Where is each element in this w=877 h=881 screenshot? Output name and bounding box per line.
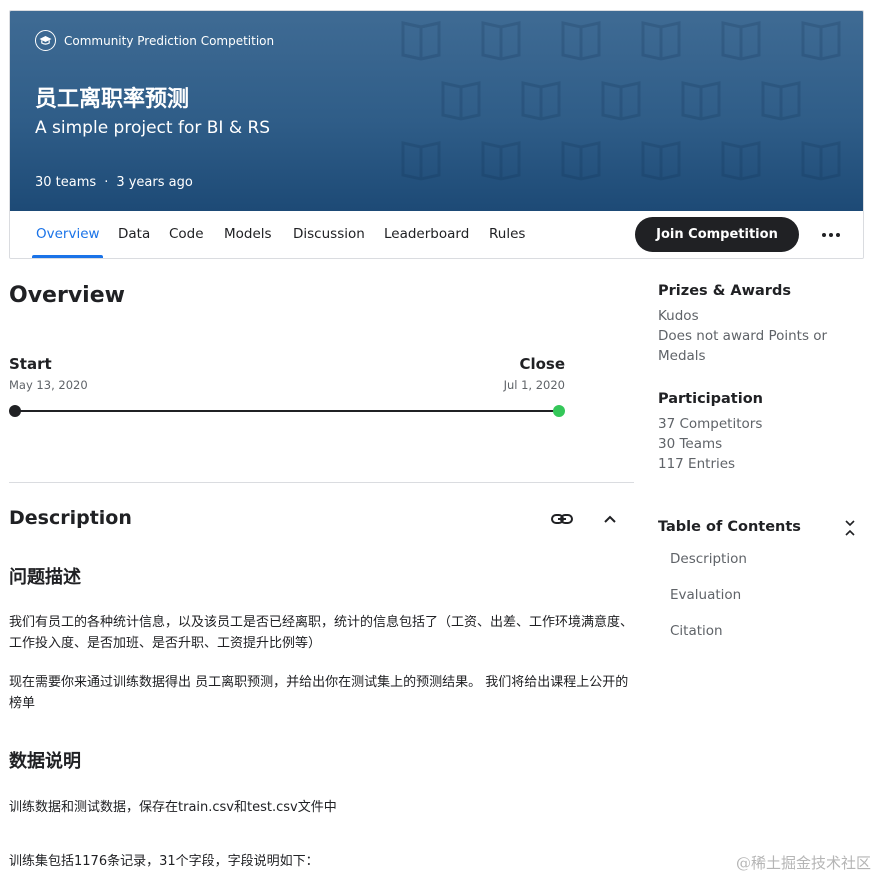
graduation-cap-icon xyxy=(35,30,56,51)
toc-item-citation[interactable]: Citation xyxy=(670,623,723,639)
teams-count: 30 teams xyxy=(35,175,97,190)
competitors-count: 37 Competitors xyxy=(658,416,763,432)
problem-paragraph-2: 现在需要你来通过训练数据得出 员工离职预测，并给出你在测试集上的预测结果。 我们… xyxy=(9,675,629,711)
timeline-start-date: May 13, 2020 xyxy=(9,378,88,392)
toc-item-description[interactable]: Description xyxy=(670,551,747,567)
data-paragraph-1: 训练数据和测试数据，保存在train.csv和test.csv文件中 xyxy=(9,800,337,815)
timeline-close-label: Close xyxy=(519,355,565,373)
tab-models[interactable]: Models xyxy=(224,226,272,242)
competition-type-label: Community Prediction Competition xyxy=(64,33,275,48)
competition-type: Community Prediction Competition xyxy=(35,30,274,51)
timeline-end-dot xyxy=(553,405,565,417)
banner: Community Prediction Competition 员工离职率预测… xyxy=(10,11,863,211)
toc-heading: Table of Contents xyxy=(658,519,801,535)
tab-leaderboard[interactable]: Leaderboard xyxy=(384,226,469,242)
competition-subtitle: A simple project for BI & RS xyxy=(35,118,271,138)
tab-data[interactable]: Data xyxy=(118,226,150,242)
more-horizontal-icon[interactable] xyxy=(818,222,844,248)
timeline-close-date: Jul 1, 2020 xyxy=(503,378,565,392)
meta-separator: · xyxy=(104,175,109,190)
link-icon[interactable] xyxy=(550,509,574,529)
entries-count: 117 Entries xyxy=(658,456,736,472)
chevron-up-icon[interactable] xyxy=(600,510,620,528)
participation-heading: Participation xyxy=(658,391,763,407)
competition-header: Community Prediction Competition 员工离职率预测… xyxy=(9,10,864,259)
timeline-bar xyxy=(14,410,560,412)
prizes-points-note: Does not award Points or Medals xyxy=(658,328,828,364)
section-divider xyxy=(9,482,634,483)
problem-paragraph-1: 我们有员工的各种统计信息，以及该员工是否已经离职，统计的信息包括了（工资、出差、… xyxy=(9,615,634,651)
tab-bar: Overview Data Code Models Discussion Lea… xyxy=(10,211,863,258)
watermark: @稀土掘金技术社区 xyxy=(735,854,871,872)
tab-overview[interactable]: Overview xyxy=(36,226,100,242)
teams-total: 30 Teams xyxy=(658,436,723,452)
prizes-kudos: Kudos xyxy=(658,308,699,324)
competition-meta: 30 teams · 3 years ago xyxy=(35,175,193,190)
toc-item-evaluation[interactable]: Evaluation xyxy=(670,587,741,603)
tab-code[interactable]: Code xyxy=(169,226,204,242)
join-competition-button[interactable]: Join Competition xyxy=(635,217,799,252)
book-pattern-icon xyxy=(401,21,841,181)
description-heading: Description xyxy=(9,507,132,529)
data-heading: 数据说明 xyxy=(9,751,81,772)
overview-heading: Overview xyxy=(9,283,125,308)
prizes-heading: Prizes & Awards xyxy=(658,283,791,299)
competition-title: 员工离职率预测 xyxy=(35,87,190,112)
tab-discussion[interactable]: Discussion xyxy=(293,226,365,242)
timeline-start-label: Start xyxy=(9,355,52,373)
data-paragraph-2: 训练集包括1176条记录，31个字段，字段说明如下： xyxy=(9,854,319,869)
competition-age: 3 years ago xyxy=(116,175,193,190)
collapse-toc-icon[interactable] xyxy=(842,518,858,538)
timeline-start-dot xyxy=(9,405,21,417)
active-tab-indicator xyxy=(32,255,103,258)
problem-heading: 问题描述 xyxy=(9,567,81,588)
tab-rules[interactable]: Rules xyxy=(489,226,525,242)
